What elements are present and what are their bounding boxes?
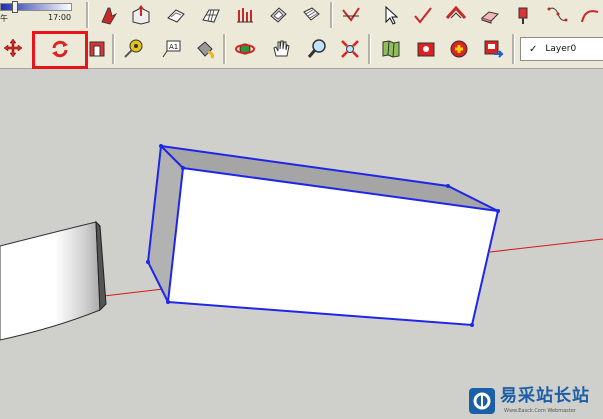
svg-text:A1: A1 — [169, 43, 178, 51]
warehouse-icon — [445, 5, 467, 20]
flip-edge-icon — [414, 7, 432, 24]
magnifier-icon — [307, 39, 326, 58]
follow-me-button[interactable] — [544, 2, 570, 28]
rotate-button-highlight — [32, 31, 88, 69]
text-a1-icon: A1 — [162, 40, 181, 58]
move-button[interactable] — [0, 35, 26, 61]
toolbar-separator — [112, 34, 115, 64]
zoom-extents-icon — [341, 40, 359, 58]
eraser-icon — [481, 11, 499, 24]
component-icon — [450, 40, 468, 58]
rotate-3d-button[interactable] — [511, 2, 537, 28]
toolbar-row-bottom: A1 — [0, 30, 603, 69]
check-icon: ✓ — [529, 43, 538, 55]
toolbar-row-top: 午 17:00 — [0, 0, 603, 31]
time-slider-track[interactable] — [0, 3, 72, 11]
orbit-icon — [235, 43, 255, 55]
orbit-button[interactable] — [232, 36, 258, 62]
red-axis-right — [489, 238, 603, 253]
share-model-button[interactable] — [413, 36, 439, 62]
grid-icon — [202, 9, 220, 23]
arrow-up-icon — [101, 7, 118, 25]
add-detail-icon — [342, 7, 360, 22]
warehouse-button[interactable] — [443, 2, 469, 28]
get-models-button[interactable] — [378, 36, 404, 62]
text-button[interactable]: A1 — [158, 36, 184, 62]
shadow-time-slider[interactable]: 午 17:00 — [0, 0, 76, 30]
tape-measure-icon — [124, 39, 143, 58]
send-to-layout-button[interactable] — [480, 36, 506, 62]
paint-bucket-icon — [197, 41, 214, 59]
contours-icon — [167, 9, 185, 23]
toolbar-separator — [368, 34, 371, 64]
push-pull-button[interactable] — [128, 2, 154, 28]
select-tool-button[interactable] — [378, 2, 404, 28]
flip-edge-button[interactable] — [410, 2, 436, 28]
rotate-3d-icon — [518, 7, 528, 24]
model-viewport[interactable] — [0, 69, 603, 419]
sandbox-from-contours-button[interactable] — [163, 2, 189, 28]
watermark-logo-icon — [469, 388, 495, 414]
tape-measure-button[interactable] — [120, 36, 146, 62]
move-arrows-icon — [3, 38, 23, 58]
push-pull-icon — [132, 5, 150, 25]
arc-icon — [581, 10, 599, 23]
smoove-button[interactable] — [232, 2, 258, 28]
toolbar-separator — [330, 2, 333, 28]
zoom-button[interactable] — [304, 36, 330, 62]
map-icon — [382, 40, 400, 58]
layer-dropdown[interactable]: ✓ Layer0 — [520, 37, 603, 61]
watermark-text: 易采站长站 — [500, 386, 590, 406]
send-icon — [484, 40, 504, 58]
curved-wall-front[interactable] — [0, 221, 101, 341]
eraser-button[interactable] — [477, 2, 503, 28]
watermark-subtext: Www.Easck.Com Webmaster — [504, 408, 576, 414]
north-view-button[interactable] — [96, 2, 122, 28]
watermark: 易采站长站 Www.Easck.Com Webmaster — [468, 387, 603, 419]
paint-bucket-button[interactable] — [192, 36, 218, 62]
zoom-extents-button[interactable] — [337, 36, 363, 62]
follow-me-icon — [547, 7, 568, 22]
toolbar-separator — [223, 34, 226, 64]
toolbar-separator — [512, 34, 515, 64]
stamp-button[interactable] — [265, 2, 291, 28]
share-icon — [417, 42, 435, 57]
time-left-label: 午 — [0, 14, 8, 23]
cursor-icon — [385, 5, 399, 25]
arc-tool-button[interactable] — [577, 2, 603, 28]
add-detail-button[interactable] — [338, 2, 364, 28]
scale-icon — [89, 41, 105, 57]
time-right-label: 17:00 — [48, 13, 72, 22]
layer-name: Layer0 — [545, 44, 577, 54]
drape-button[interactable] — [298, 2, 324, 28]
stamp-icon — [270, 7, 287, 23]
pan-button[interactable] — [268, 36, 294, 62]
smoove-icon — [237, 8, 253, 23]
hand-icon — [273, 40, 290, 57]
time-slider-thumb[interactable] — [12, 1, 18, 13]
sandbox-from-scratch-button[interactable] — [198, 2, 224, 28]
drape-icon — [303, 7, 320, 21]
toolbar-separator — [86, 2, 89, 28]
components-button[interactable] — [446, 36, 472, 62]
